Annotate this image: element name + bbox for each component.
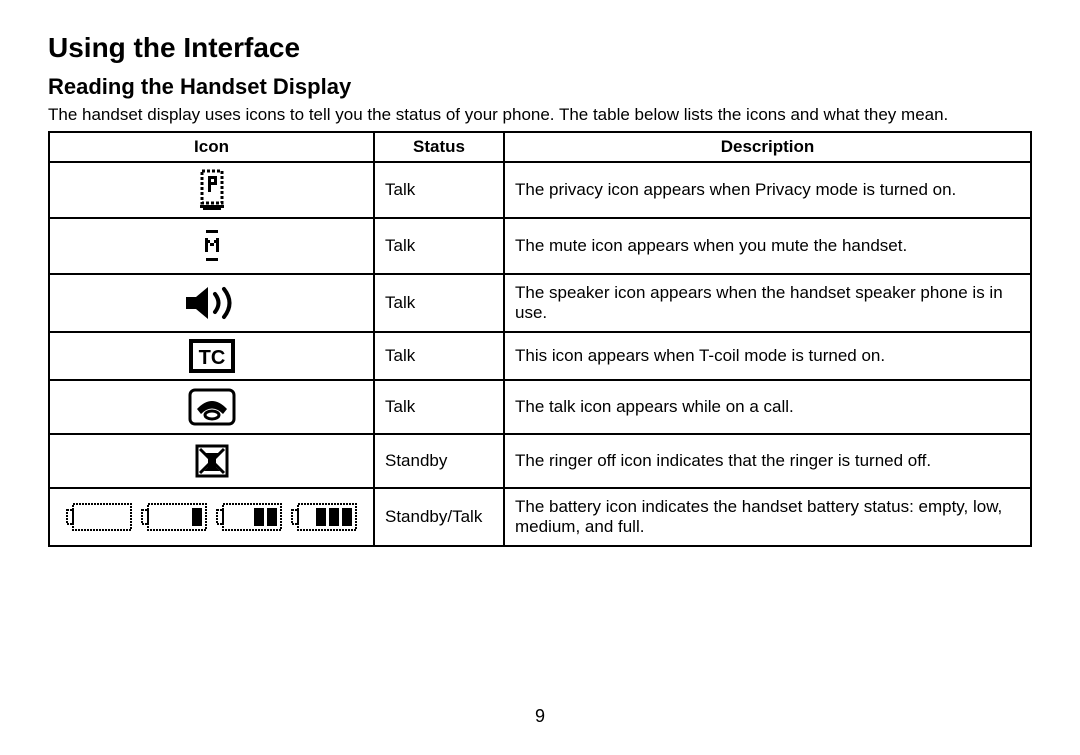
table-row: Talk The privacy icon appears when Priva…	[49, 162, 1031, 218]
icon-cell: TC	[49, 332, 374, 380]
table-row: Standby The ringer off icon indicates th…	[49, 434, 1031, 488]
description-cell: The privacy icon appears when Privacy mo…	[504, 162, 1031, 218]
icon-cell	[49, 488, 374, 546]
status-cell: Talk	[374, 380, 504, 434]
icon-cell	[49, 380, 374, 434]
description-cell: The battery icon indicates the handset b…	[504, 488, 1031, 546]
table-row: Talk The talk icon appears while on a ca…	[49, 380, 1031, 434]
table-row: Talk The mute icon appears when you mute…	[49, 218, 1031, 274]
ringer-off-icon	[192, 451, 232, 470]
header-status: Status	[374, 132, 504, 162]
description-cell: This icon appears when T-coil mode is tu…	[504, 332, 1031, 380]
section-title: Reading the Handset Display	[48, 74, 1032, 100]
privacy-icon	[199, 180, 225, 199]
intro-text: The handset display uses icons to tell y…	[48, 104, 1032, 125]
status-cell: Talk	[374, 218, 504, 274]
table-row: Standby/Talk The battery icon indicates …	[49, 488, 1031, 546]
tcoil-icon: TC	[189, 346, 235, 365]
svg-text:TC: TC	[198, 347, 225, 369]
icon-cell	[49, 274, 374, 332]
page-title: Using the Interface	[48, 32, 1032, 64]
table-row: Talk The speaker icon appears when the h…	[49, 274, 1031, 332]
status-cell: Talk	[374, 162, 504, 218]
status-cell: Standby	[374, 434, 504, 488]
talk-icon	[187, 397, 237, 416]
icon-cell	[49, 162, 374, 218]
status-cell: Talk	[374, 274, 504, 332]
page-number: 9	[0, 706, 1080, 727]
speaker-icon	[182, 293, 242, 312]
table-header-row: Icon Status Description	[49, 132, 1031, 162]
description-cell: The mute icon appears when you mute the …	[504, 218, 1031, 274]
header-description: Description	[504, 132, 1031, 162]
status-cell: Talk	[374, 332, 504, 380]
description-cell: The ringer off icon indicates that the r…	[504, 434, 1031, 488]
header-icon: Icon	[49, 132, 374, 162]
icon-cell	[49, 434, 374, 488]
description-cell: The talk icon appears while on a call.	[504, 380, 1031, 434]
status-cell: Standby/Talk	[374, 488, 504, 546]
page: Using the Interface Reading the Handset …	[0, 0, 1080, 755]
icon-table: Icon Status Description	[48, 131, 1032, 547]
mute-icon	[199, 236, 225, 255]
battery-icon	[62, 507, 362, 526]
icon-cell	[49, 218, 374, 274]
table-row: TC Talk This icon appears when T-coil mo…	[49, 332, 1031, 380]
description-cell: The speaker icon appears when the handse…	[504, 274, 1031, 332]
